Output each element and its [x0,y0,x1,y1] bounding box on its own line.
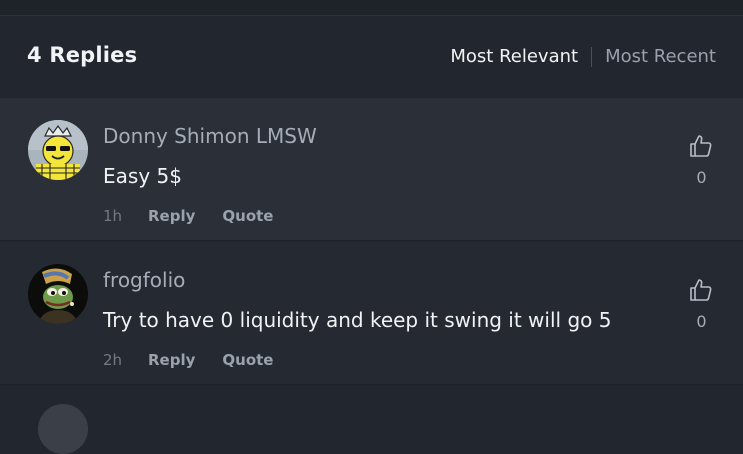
like-count: 0 [696,168,707,187]
frog-portrait-avatar-icon [28,264,88,324]
comment-divider [0,240,743,241]
like-count: 0 [696,312,707,331]
comment-divider [0,384,743,385]
sort-most-relevant[interactable]: Most Relevant [450,46,578,67]
sort-options: Most Relevant Most Recent [450,46,716,67]
comment-meta: 2h Reply Quote [103,351,300,369]
avatar[interactable] [28,120,88,180]
top-border [0,0,743,16]
comment-meta: 1h Reply Quote [103,207,300,225]
comment-text: Try to have 0 liquidity and keep it swin… [103,308,612,332]
comment-item: frogfolio Try to have 0 liquidity and ke… [0,242,743,385]
comment-author[interactable]: frogfolio [103,268,185,292]
quote-button[interactable]: Quote [222,207,273,225]
replies-header: 4 Replies Most Relevant Most Recent [0,16,743,98]
like-control: 0 [688,134,714,187]
comment-item: Donny Shimon LMSW Easy 5$ 1h Reply Quote… [0,98,743,241]
thumbs-up-icon[interactable] [689,278,713,302]
quote-button[interactable]: Quote [222,351,273,369]
comment-author[interactable]: Donny Shimon LMSW [103,124,317,148]
next-comment-area [0,386,743,413]
reply-button[interactable]: Reply [148,351,195,369]
comment-text: Easy 5$ [103,164,182,188]
reply-button[interactable]: Reply [148,207,195,225]
avatar[interactable] [28,264,88,324]
crowned-smiley-avatar-icon [28,120,88,180]
sort-divider [591,46,593,67]
comment-time: 2h [103,351,123,369]
avatar[interactable] [38,404,88,454]
like-control: 0 [688,278,714,331]
comment-time: 1h [103,207,123,225]
thumbs-up-icon[interactable] [689,134,713,158]
replies-count: 4 Replies [27,43,138,67]
sort-most-recent[interactable]: Most Recent [605,46,716,67]
